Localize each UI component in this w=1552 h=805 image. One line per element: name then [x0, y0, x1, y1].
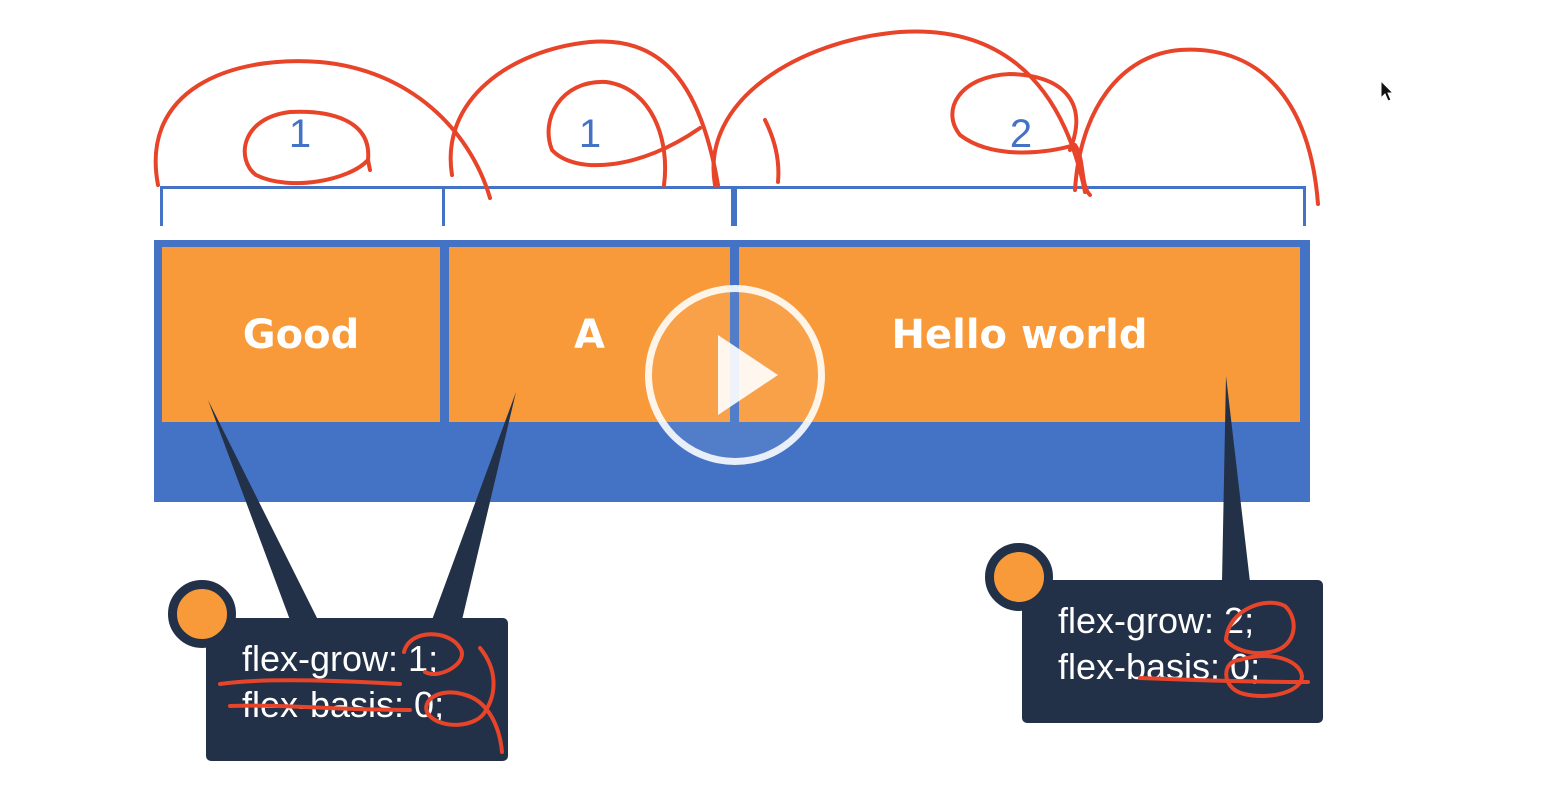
cursor-icon: [1380, 80, 1395, 102]
play-icon: [718, 335, 778, 415]
play-button[interactable]: [645, 285, 825, 465]
